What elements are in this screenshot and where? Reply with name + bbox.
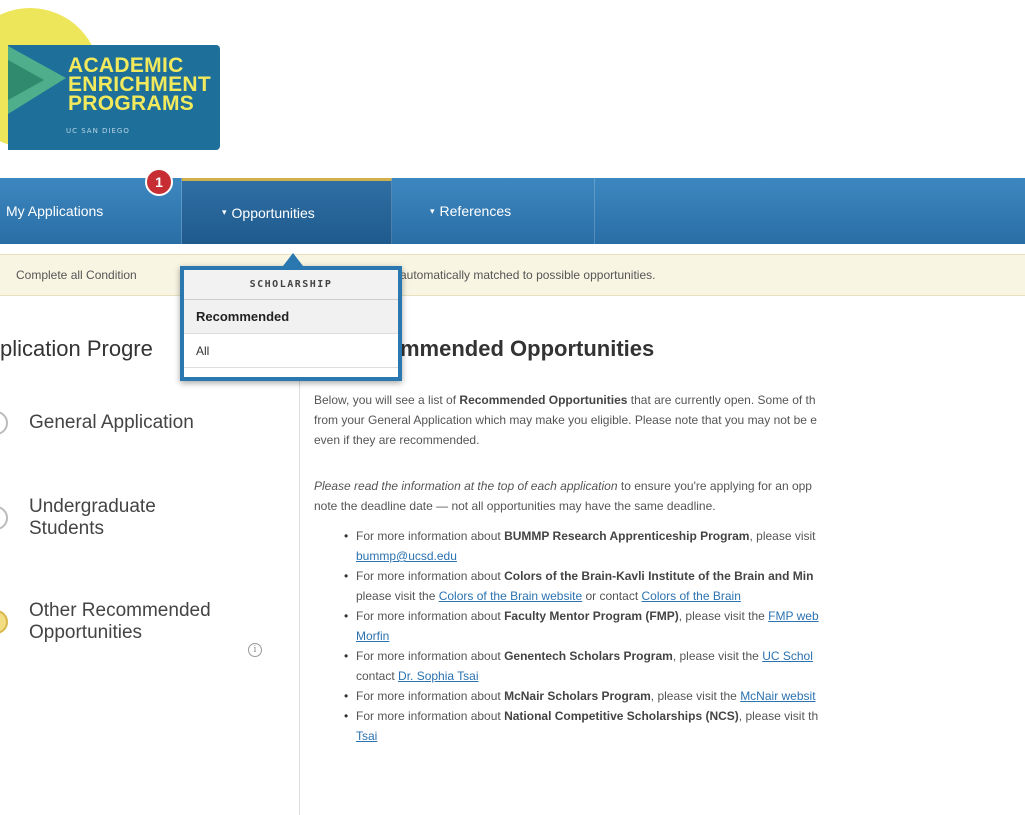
- paragraph-line: from your General Application which may …: [314, 413, 817, 427]
- email-link[interactable]: bummp@ucsd.edu: [356, 549, 457, 563]
- program-name: Genentech Scholars Program: [504, 649, 673, 663]
- list-item: For more information about McNair Schola…: [344, 686, 1025, 706]
- tab-label: My Applications: [6, 203, 104, 219]
- contact-link[interactable]: Tsai: [356, 729, 377, 743]
- text-bold: Recommended Opportunities: [459, 393, 628, 407]
- step-label: General Application: [29, 412, 194, 433]
- sidebar-title: plication Progre: [0, 336, 153, 361]
- notice-text-left: Complete all Condition: [16, 268, 137, 282]
- tab-label: Opportunities: [231, 204, 315, 221]
- text-run: For more information about: [356, 649, 505, 663]
- website-link[interactable]: UC Schol: [762, 649, 813, 663]
- text-run: , please visit th: [738, 709, 819, 723]
- list-item: For more information about National Comp…: [344, 706, 1025, 746]
- text-run: please visit the: [356, 589, 439, 603]
- program-name: Faculty Mentor Program (FMP): [504, 609, 679, 623]
- list-item: For more information about BUMMP Researc…: [344, 526, 1025, 566]
- list-item: For more information about Faculty Mento…: [344, 606, 1025, 646]
- triangle-logo-icon: [8, 46, 66, 114]
- info-icon[interactable]: i: [248, 643, 262, 657]
- contact-link[interactable]: Morfin: [356, 629, 389, 643]
- text-run: For more information about: [356, 609, 505, 623]
- paragraph-line: Below, you will see a list of Recommende…: [314, 390, 1025, 410]
- text-run: , please visit the: [650, 689, 741, 703]
- step-label-line-2: Opportunities: [29, 622, 143, 643]
- text-run: For more information about: [356, 529, 505, 543]
- text-run: For more information about: [356, 689, 505, 703]
- logo-wordmark: ACADEMIC ENRICHMENT PROGRAMS: [68, 55, 211, 115]
- tab-label: References: [439, 203, 512, 219]
- dropdown-header: SCHOLARSHIP: [184, 270, 398, 300]
- website-link[interactable]: FMP web: [768, 609, 818, 623]
- program-name: Colors of the Brain-Kavli Institute of t…: [504, 569, 814, 583]
- notice-bar: Complete all Condition automatically mat…: [0, 254, 1025, 296]
- contact-link[interactable]: Colors of the Brain: [642, 589, 741, 603]
- logo-line-3: PROGRAMS: [68, 92, 195, 115]
- text-run: or contact: [582, 589, 642, 603]
- caret-down-icon: ▾: [222, 207, 227, 217]
- text-run: , please visit the: [672, 649, 763, 663]
- paragraph-line: note the deadline date — not all opportu…: [314, 499, 716, 513]
- step-label-line-1: Undergraduate: [29, 496, 156, 517]
- list-item: For more information about Genentech Sch…: [344, 646, 1025, 686]
- tab-references[interactable]: ▾ References: [392, 178, 595, 244]
- website-link[interactable]: McNair websit: [740, 689, 815, 703]
- program-name: BUMMP Research Apprenticeship Program: [504, 529, 750, 543]
- paragraph-line: Please read the information at the top o…: [314, 476, 1025, 496]
- text-italic: Please read the information at the top o…: [314, 479, 618, 493]
- step-label-line-2: Students: [29, 518, 104, 539]
- tab-opportunities[interactable]: ▾ Opportunities: [182, 178, 392, 244]
- text-run: Below, you will see a list of: [314, 393, 460, 407]
- opportunity-list: For more information about BUMMP Researc…: [344, 526, 1025, 746]
- text-run: , please visit: [749, 529, 816, 543]
- logo-subtitle: UC SAN DIEGO: [66, 127, 130, 135]
- dropdown-item-all[interactable]: All: [184, 334, 398, 368]
- program-name: National Competitive Scholarships (NCS): [504, 709, 739, 723]
- contact-link[interactable]: Dr. Sophia Tsai: [398, 669, 479, 683]
- caret-down-icon: ▾: [430, 205, 435, 216]
- intro-paragraph: Below, you will see a list of Recommende…: [314, 390, 1025, 450]
- text-run: that are currently open. Some of th: [627, 393, 816, 407]
- step-status-icon: [0, 411, 8, 435]
- step-label-line-1: Other Recommended: [29, 600, 211, 621]
- dropdown-pointer: [283, 253, 303, 266]
- opportunities-dropdown: SCHOLARSHIP Recommended All: [180, 266, 402, 381]
- text-run: , please visit the: [678, 609, 769, 623]
- text-run: contact: [356, 669, 399, 683]
- dropdown-item-recommended[interactable]: Recommended: [184, 300, 398, 334]
- notification-badge[interactable]: 1: [145, 168, 173, 196]
- page-title: mmended Opportunities: [400, 336, 655, 361]
- step-status-icon: [0, 610, 8, 634]
- instructions-paragraph: Please read the information at the top o…: [314, 476, 1025, 516]
- step-status-icon: [0, 506, 8, 530]
- site-logo[interactable]: ACADEMIC ENRICHMENT PROGRAMS UC SAN DIEG…: [0, 0, 240, 150]
- notice-text-right: automatically matched to possible opport…: [400, 268, 656, 282]
- paragraph-line: even if they are recommended.: [314, 433, 480, 447]
- text-run: For more information about: [356, 709, 505, 723]
- list-item: For more information about Colors of the…: [344, 566, 1025, 606]
- program-name: McNair Scholars Program: [504, 689, 651, 703]
- website-link[interactable]: Colors of the Brain website: [439, 589, 582, 603]
- text-run: For more information about: [356, 569, 505, 583]
- text-run: to ensure you're applying for an opp: [617, 479, 812, 493]
- main-content: mmended Opportunities Below, you will se…: [300, 296, 1025, 815]
